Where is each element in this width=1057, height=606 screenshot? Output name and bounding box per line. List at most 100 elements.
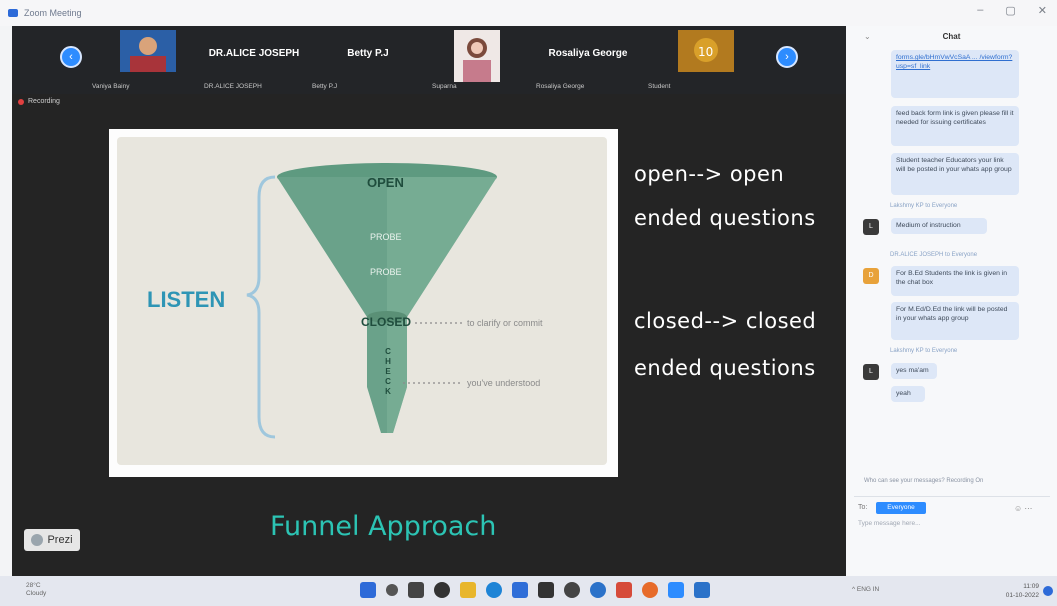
note-open-line1: open--> open bbox=[634, 162, 785, 186]
recipient-select[interactable]: Everyone bbox=[876, 502, 926, 514]
annotation-understood: you've understood bbox=[467, 378, 541, 388]
stage-closed: CLOSED bbox=[361, 315, 412, 329]
edge-icon[interactable] bbox=[486, 582, 502, 598]
chat-more-icon[interactable]: ☺ ⋯ bbox=[1014, 504, 1032, 513]
app-icon[interactable] bbox=[694, 582, 710, 598]
stage-open: OPEN bbox=[367, 175, 404, 190]
chat-sender: Lakshmy KP to Everyone bbox=[890, 203, 958, 209]
window-title: Zoom Meeting bbox=[24, 8, 82, 18]
chat-title: Chat bbox=[942, 32, 961, 41]
weather-temp: 28°C bbox=[26, 582, 41, 589]
note-closed-line1: closed--> closed bbox=[634, 309, 817, 333]
recording-indicator: Recording bbox=[18, 98, 60, 105]
close-button[interactable]: ✕ bbox=[1038, 4, 1047, 17]
start-icon[interactable] bbox=[360, 582, 376, 598]
note-open-line2: ended questions bbox=[634, 206, 816, 230]
chat-message: yes ma'am bbox=[891, 363, 937, 379]
app-icon[interactable] bbox=[538, 582, 554, 598]
avatar: D bbox=[863, 268, 879, 284]
record-dot-icon bbox=[18, 98, 24, 105]
participant-tile-2[interactable]: DR.ALICE JOSEPH DR.ALICE JOSEPH bbox=[200, 30, 308, 90]
app-icon[interactable] bbox=[590, 582, 606, 598]
clock-time: 11:09 bbox=[1023, 583, 1039, 590]
participant-name: Betty P.J bbox=[312, 83, 338, 90]
avatar: L bbox=[863, 219, 879, 235]
check-letter: C bbox=[385, 347, 391, 356]
system-tray[interactable]: ^ ENG IN bbox=[852, 586, 879, 593]
window-titlebar: Zoom Meeting – ▢ ✕ bbox=[0, 0, 1057, 26]
participant-photo bbox=[454, 30, 500, 82]
zoom-logo-icon bbox=[8, 9, 18, 17]
zoom-taskbar-icon[interactable] bbox=[668, 582, 684, 598]
participant-tile-6[interactable]: 10 Student bbox=[644, 30, 754, 90]
prezi-label: Prezi bbox=[47, 534, 73, 546]
minimize-button[interactable]: – bbox=[977, 4, 983, 17]
participant-photo: 10 bbox=[678, 30, 734, 72]
note-closed-line2: ended questions bbox=[634, 356, 816, 380]
chat-message: yeah bbox=[891, 386, 925, 402]
prezi-icon bbox=[31, 534, 44, 546]
participant-big-name: DR.ALICE JOSEPH bbox=[208, 48, 300, 59]
participant-name: DR.ALICE JOSEPH bbox=[204, 83, 262, 90]
participant-strip: ‹ Vaniya Bainy DR.ALICE JOSEPH DR.ALICE … bbox=[12, 26, 846, 94]
chat-sender: Lakshmy KP to Everyone bbox=[890, 348, 958, 354]
participant-big-name: Rosaliya George bbox=[548, 48, 628, 59]
clock[interactable]: 11:09 01-10-2022 bbox=[1006, 582, 1039, 600]
prev-participants-button[interactable]: ‹ bbox=[60, 46, 82, 68]
participant-tile-1[interactable]: Vaniya Bainy bbox=[88, 30, 200, 90]
check-letter: E bbox=[385, 367, 391, 376]
chat-sender: DR.ALICE JOSEPH to Everyone bbox=[890, 252, 978, 258]
weather-widget[interactable]: 28°C Cloudy bbox=[26, 582, 46, 598]
participant-big-name: Betty P.J bbox=[347, 48, 389, 59]
store-icon[interactable] bbox=[512, 582, 528, 598]
participant-photo bbox=[120, 30, 176, 72]
brace-icon bbox=[246, 175, 276, 439]
maximize-button[interactable]: ▢ bbox=[1005, 4, 1015, 17]
notification-icon[interactable] bbox=[1043, 586, 1053, 596]
funnel-slide-image: LISTEN OPEN PROBE PROBE CLOSED C H E C K… bbox=[117, 137, 607, 465]
meeting-view: ‹ Vaniya Bainy DR.ALICE JOSEPH DR.ALICE … bbox=[12, 26, 846, 576]
app-icon[interactable] bbox=[642, 582, 658, 598]
check-letter: K bbox=[385, 387, 391, 396]
chat-panel: ⌄ Chat forms.gle/bHmVwVcSaA ... /viewfor… bbox=[846, 26, 1057, 576]
stage-probe-1: PROBE bbox=[370, 232, 402, 242]
chat-message: Medium of instruction bbox=[891, 218, 987, 234]
prezi-button[interactable]: Prezi bbox=[24, 529, 80, 551]
check-letter: H bbox=[385, 357, 391, 366]
chat-message: For B.Ed Students the link is given in t… bbox=[891, 266, 1019, 296]
recording-label: Recording bbox=[28, 98, 60, 105]
participant-tile-4[interactable]: Suparna bbox=[428, 30, 532, 90]
search-icon[interactable] bbox=[386, 584, 398, 596]
language-indicator[interactable]: ENG IN bbox=[857, 586, 879, 593]
participant-name: Student bbox=[648, 83, 671, 90]
listen-label: LISTEN bbox=[147, 287, 226, 312]
app-icon[interactable] bbox=[616, 582, 632, 598]
app-icon[interactable] bbox=[564, 582, 580, 598]
avatar: L bbox=[863, 364, 879, 380]
chat-message: feed back form link is given please fill… bbox=[891, 106, 1019, 146]
chat-message-link[interactable]: forms.gle/bHmVwVcSaA ... /viewform?usp=s… bbox=[891, 50, 1019, 98]
stage-check: C H E C K bbox=[382, 347, 394, 397]
participant-name: Rosaliya George bbox=[536, 83, 585, 90]
to-label: To: bbox=[858, 504, 868, 511]
participant-name: Suparna bbox=[432, 83, 457, 90]
chat-divider bbox=[854, 496, 1050, 497]
chat-input[interactable]: Type message here... bbox=[858, 520, 1008, 527]
next-participants-button[interactable]: › bbox=[776, 46, 798, 68]
chat-app-icon[interactable] bbox=[434, 582, 450, 598]
participant-tile-3[interactable]: Betty P.J Betty P.J bbox=[308, 30, 428, 90]
chat-message: For M.Ed/D.Ed the link will be posted in… bbox=[891, 302, 1019, 340]
funnel-approach-title: Funnel Approach bbox=[270, 511, 497, 542]
file-explorer-icon[interactable] bbox=[460, 582, 476, 598]
windows-taskbar: 28°C Cloudy ^ ENG IN 11:09 01-10-2022 bbox=[0, 576, 1057, 606]
chat-message: Student teacher Educators your link will… bbox=[891, 153, 1019, 195]
clock-date: 01-10-2022 bbox=[1005, 592, 1039, 599]
weather-desc: Cloudy bbox=[26, 590, 47, 597]
participant-tile-5[interactable]: Rosaliya George Rosaliya George bbox=[532, 30, 644, 90]
chat-visibility-notice[interactable]: Who can see your messages? Recording On bbox=[864, 478, 1044, 484]
svg-text:10: 10 bbox=[698, 45, 713, 59]
taskbar-apps bbox=[360, 582, 710, 598]
annotation-clarify: to clarify or commit bbox=[467, 318, 543, 328]
stage-probe-2: PROBE bbox=[370, 267, 402, 277]
task-view-icon[interactable] bbox=[408, 582, 424, 598]
